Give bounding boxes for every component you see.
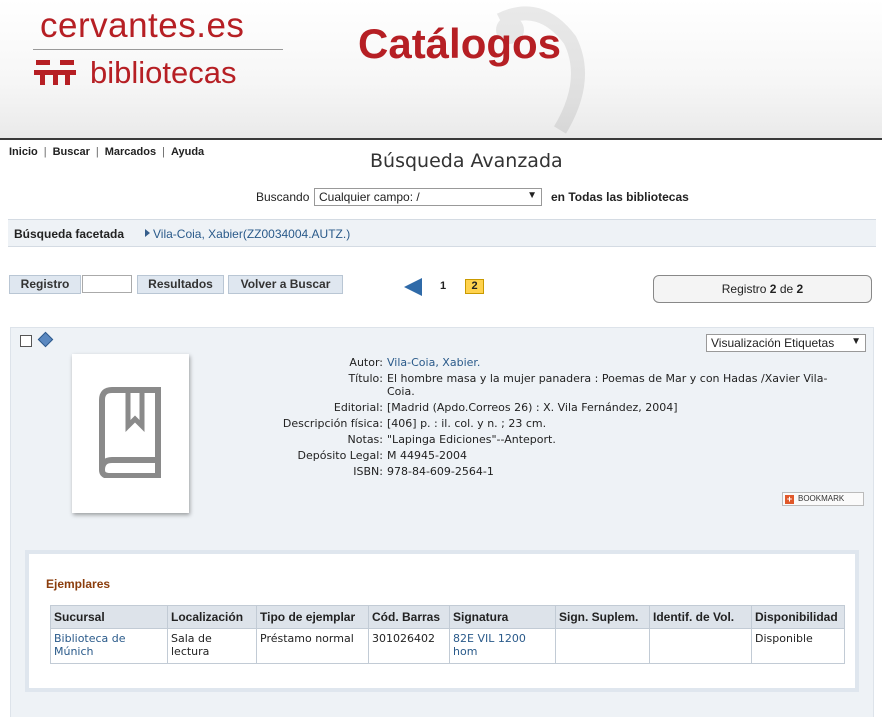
table-row: Biblioteca de Múnich Sala de lectura Pré… xyxy=(50,628,845,664)
bookmark-label: BOOKMARK xyxy=(798,494,845,503)
facet-value-link[interactable]: Vila-Coia, Xabier(ZZ0034004.AUTZ.) xyxy=(153,227,350,241)
nav-marcados[interactable]: Marcados xyxy=(105,146,156,158)
table-cell: Sala de lectura xyxy=(167,628,257,664)
record-counter-prefix: Registro xyxy=(721,282,767,296)
field-value: 978-84-609-2564-1 xyxy=(387,465,494,478)
record-counter-total: 2 xyxy=(796,282,804,296)
brand-cervantes[interactable]: cervantes.es xyxy=(40,6,244,46)
plus-icon: + xyxy=(785,494,794,504)
search-field-select[interactable]: Cualquier campo: / ▼ xyxy=(314,188,542,206)
facet-bar: Búsqueda facetada Vila-Coia, Xabier(ZZ00… xyxy=(8,219,876,247)
field-value: "Lapinga Ediciones"--Anteport. xyxy=(387,433,556,446)
field-value: M 44945-2004 xyxy=(387,449,467,462)
resultados-button[interactable]: Resultados xyxy=(137,275,224,294)
search-field-value: Cualquier campo: / xyxy=(319,190,420,204)
view-mode-select[interactable]: Visualización Etiquetas ▼ xyxy=(706,334,866,352)
column-header: Tipo de ejemplar xyxy=(256,605,369,629)
triangle-right-icon xyxy=(145,229,150,237)
column-header: Localización xyxy=(167,605,257,629)
field-notas: Notas: "Lapinga Ediciones"--Anteport. xyxy=(240,433,840,446)
chevron-down-icon: ▼ xyxy=(851,336,861,347)
view-mode-value: Visualización Etiquetas xyxy=(711,336,835,350)
field-label: Depósito Legal: xyxy=(297,449,383,462)
column-header: Identif. de Vol. xyxy=(649,605,752,629)
catalog-title: Catálogos xyxy=(358,20,562,67)
nav-separator: | xyxy=(95,146,99,158)
facet-label: Búsqueda facetada xyxy=(14,227,125,241)
book-icon xyxy=(99,387,161,478)
field-value: [Madrid (Apdo.Correos 26) : X. Vila Fern… xyxy=(387,401,678,414)
field-isbn: ISBN: 978-84-609-2564-1 xyxy=(240,465,840,478)
table-cell xyxy=(649,628,752,664)
table-cell: Disponible xyxy=(751,628,845,664)
field-label: ISBN: xyxy=(353,465,383,478)
nav-separator: | xyxy=(162,146,165,158)
page-link-1[interactable]: 1 xyxy=(440,280,446,292)
cervantes-logo-icon xyxy=(34,60,76,85)
field-value: El hombre masa y la mujer panadera : Poe… xyxy=(387,372,828,398)
record-counter: Registro 2 de 2 xyxy=(653,275,872,303)
field-label: Título: xyxy=(348,372,383,385)
column-header: Sucursal xyxy=(50,605,168,629)
field-descripcion: Descripción física: [406] p. : il. col. … xyxy=(240,417,840,430)
nav-inicio[interactable]: Inicio xyxy=(9,146,38,158)
book-cover xyxy=(72,354,189,513)
field-editorial: Editorial: [Madrid (Apdo.Correos 26) : X… xyxy=(240,401,840,414)
field-deposito: Depósito Legal: M 44945-2004 xyxy=(240,449,840,462)
table-cell xyxy=(555,628,650,664)
table-header-row: Sucursal Localización Tipo de ejemplar C… xyxy=(50,605,845,629)
column-header: Sign. Suplem. xyxy=(555,605,650,629)
field-label: Autor: xyxy=(349,356,383,369)
holdings-title: Ejemplares xyxy=(46,577,111,591)
volver-buscar-button[interactable]: Volver a Buscar xyxy=(228,275,343,294)
field-label: Editorial: xyxy=(333,401,383,414)
column-header: Cód. Barras xyxy=(368,605,450,629)
brand-divider xyxy=(33,49,283,50)
nav-buscar[interactable]: Buscar xyxy=(53,146,90,158)
page-current-2: 2 xyxy=(465,279,484,294)
search-scope: en Todas las bibliotecas xyxy=(551,190,689,204)
nav-separator: | xyxy=(43,146,47,158)
top-nav: Inicio | Buscar | Marcados | Ayuda xyxy=(9,146,204,158)
holdings-table: Sucursal Localización Tipo de ejemplar C… xyxy=(50,605,845,664)
table-cell: 301026402 xyxy=(368,628,450,664)
record-metadata: Autor: Vila-Coia, Xabier. Título: El hom… xyxy=(240,356,840,481)
field-label: Descripción física: xyxy=(282,417,383,430)
field-label: Notas: xyxy=(347,433,383,446)
bookmark-button[interactable]: + BOOKMARK xyxy=(782,492,864,506)
registro-button[interactable]: Registro xyxy=(9,275,81,294)
column-header: Signatura xyxy=(449,605,556,629)
field-value: [406] p. : il. col. y n. ; 23 cm. xyxy=(387,417,547,430)
record-counter-current: 2 xyxy=(769,282,777,296)
record-counter-of: de xyxy=(779,282,794,296)
call-number-link[interactable]: 82E VIL 1200 hom xyxy=(449,628,556,664)
nav-ayuda[interactable]: Ayuda xyxy=(171,146,204,158)
table-cell: Préstamo normal xyxy=(256,628,369,664)
previous-page-icon[interactable] xyxy=(404,278,422,296)
search-label: Buscando xyxy=(256,190,310,204)
select-record-checkbox[interactable] xyxy=(20,335,32,347)
registro-input[interactable] xyxy=(82,275,132,293)
author-link[interactable]: Vila-Coia, Xabier. xyxy=(387,356,840,369)
field-titulo: Título: El hombre masa y la mujer panade… xyxy=(240,372,840,398)
site-header: cervantes.es bibliotecas Catálogos xyxy=(0,0,882,140)
brand-bibliotecas[interactable]: bibliotecas xyxy=(90,55,236,91)
branch-link[interactable]: Biblioteca de Múnich xyxy=(50,628,168,664)
page-title: Búsqueda Avanzada xyxy=(370,150,563,172)
chevron-down-icon: ▼ xyxy=(527,190,537,201)
column-header: Disponibilidad xyxy=(751,605,845,629)
field-autor: Autor: Vila-Coia, Xabier. xyxy=(240,356,840,369)
